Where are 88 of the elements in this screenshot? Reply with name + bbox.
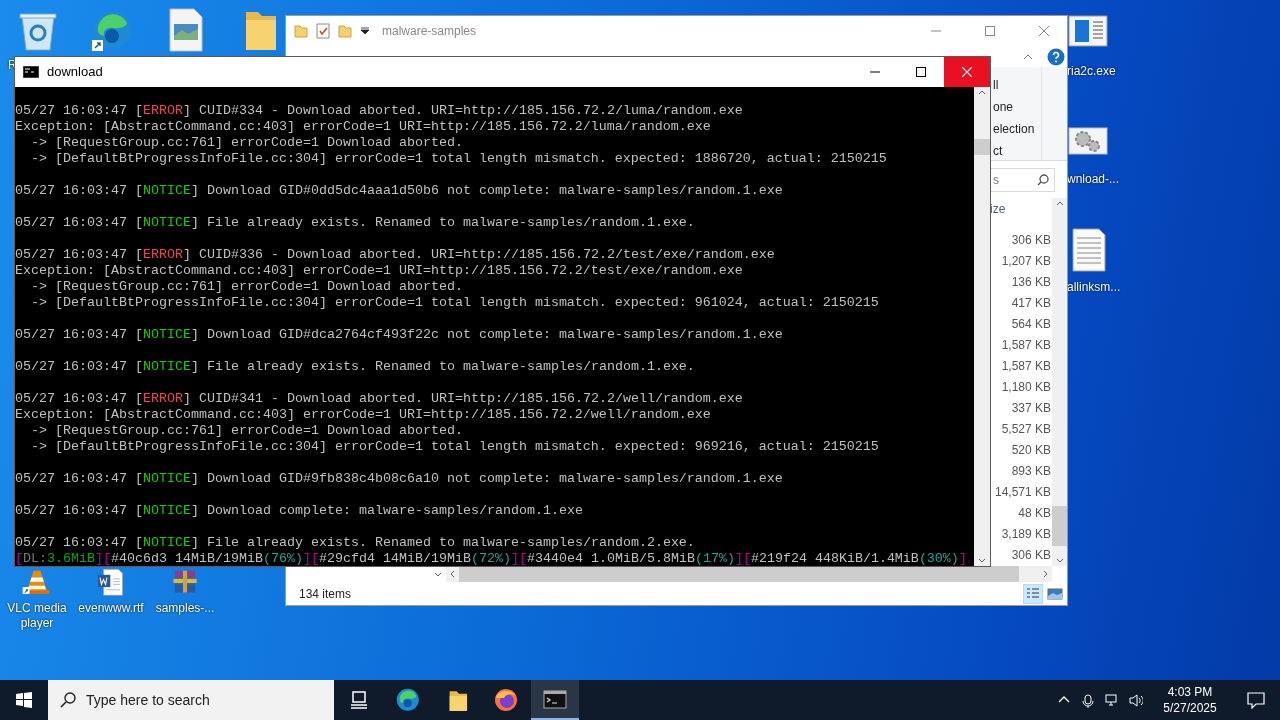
speaker-icon[interactable]: [1129, 692, 1143, 708]
log-line: Exception: [AbstractCommand.cc:403] errorCode=1 URI=http://185.156.72.2/well/random.exe: [15, 407, 712, 423]
scroll-up-icon: [978, 90, 986, 95]
ribbon-command[interactable]: election: [993, 118, 1041, 140]
scroll-up-icon: [1055, 201, 1064, 206]
log-line: 05/27 16:03:47 [NOTICE] File already exists. Renamed to malware-samples/random.2.exe.: [15, 535, 696, 551]
ribbon-command[interactable]: ll: [993, 74, 1041, 96]
details-view-icon[interactable]: [1023, 583, 1043, 604]
file-size: 14,571 KB: [993, 484, 1052, 501]
file-size: 1,587 KB: [1000, 358, 1052, 375]
clock-time: 4:03 PM: [1167, 684, 1213, 700]
scroll-down-icon[interactable]: [434, 571, 442, 577]
firefox-icon: [494, 688, 518, 712]
scroll-left-icon: [450, 570, 455, 578]
log-line: 05/27 16:03:47 [NOTICE] File already exists. Renamed to malware-samples/random.1.exe.: [15, 215, 696, 231]
log-line: 05/27 16:03:47 [NOTICE] Download GID#dca2764cf493f22c not complete: malware-samples/random.1.exe: [15, 327, 784, 343]
progress-status-line: [DL:3.6MiB][#40c6d3 14MiB/19MiB(76%)][#29cfd4 14MiB/19MiB(72%)][#3440e4 1.0MiB/5.8MiB(17%)][#219f24 448KiB/1.4MiB(30%)]: [15, 551, 968, 566]
network-icon[interactable]: [1105, 692, 1119, 708]
file-size: 3,189 KB: [1000, 526, 1052, 543]
column-header[interactable]: ize: [990, 198, 1052, 220]
file-size: 1,587 KB: [1000, 337, 1052, 354]
file-size: 893 KB: [1010, 463, 1052, 480]
file-size: 564 KB: [1010, 316, 1052, 333]
scrollbar-thumb[interactable]: [974, 139, 990, 155]
scroll-right-icon: [1043, 570, 1048, 578]
file-size: 417 KB: [1010, 295, 1052, 312]
search-icon: [1037, 173, 1049, 186]
scroll-down-icon: [978, 558, 986, 563]
clock[interactable]: 4:03 PM 5/27/2025: [1148, 684, 1232, 716]
log-line: 05/27 16:03:47 [NOTICE] Download GID#9fb838c4b08c6a10 not complete: malware-samples/random.1.exe: [15, 471, 784, 487]
edge-icon: [395, 687, 421, 713]
file-size: 520 KB: [1010, 442, 1052, 459]
properties-icon[interactable]: [316, 23, 330, 39]
scroll-down-icon: [1055, 558, 1064, 563]
taskbar-button[interactable]: [531, 680, 579, 720]
icon-label: ria2c.exe: [1067, 64, 1116, 79]
icon-label: VLC media player: [6, 601, 68, 631]
log-line: 05/27 16:03:47 [ERROR] CUID#336 - Download aborted. URI=http://185.156.72.2/test/exe/random.exe: [15, 247, 776, 263]
icon-label: wnload-...: [1067, 172, 1120, 187]
file-size: 5,527 KB: [1000, 421, 1052, 438]
file-size: 48 KB: [1017, 505, 1052, 522]
file-size: 306 KB: [1010, 547, 1052, 564]
log-line: 05/27 16:03:47 [ERROR] CUID#334 - Download aborted. URI=http://185.156.72.2/luma/random.exe: [15, 103, 744, 119]
console-icon: [543, 688, 567, 710]
close-icon: [1039, 26, 1049, 36]
file-size: 1,180 KB: [1000, 379, 1052, 396]
file-size: 136 KB: [1010, 274, 1052, 291]
notifications-icon[interactable]: [1247, 691, 1265, 709]
icon-label: allinksm...: [1067, 280, 1121, 295]
edge-icon[interactable]: [90, 8, 132, 52]
log-line: -> [RequestGroup.cc:761] errorCode=1 Download aborted.: [30, 135, 464, 151]
scrollbar[interactable]: [974, 87, 990, 566]
ribbon-command[interactable]: one: [993, 96, 1041, 118]
close-icon: [962, 67, 972, 77]
console-icon: [23, 66, 39, 78]
icon-label: samples-...: [154, 601, 216, 616]
search-field[interactable]: Type here to search: [48, 680, 334, 720]
window-title: malware-samples: [382, 23, 477, 40]
file-size: 306 KB: [1010, 232, 1052, 249]
scrollbar-thumb[interactable]: [1052, 506, 1067, 546]
log-line: -> [DefaultBtProgressInfoFile.cc:304] errorCode=1 total length mismatch. expected: 1886720, actual: 2150215: [30, 151, 888, 167]
log-line: -> [RequestGroup.cc:761] errorCode=1 Download aborted.: [30, 423, 464, 439]
scrollbar[interactable]: [1052, 198, 1067, 566]
log-line: -> [DefaultBtProgressInfoFile.cc:304] errorCode=1 total length mismatch. expected: 961024, actual: 2150215: [30, 295, 880, 311]
help-icon[interactable]: [1047, 47, 1065, 66]
task-view-icon: [350, 690, 368, 710]
collapse-icon[interactable]: [1023, 53, 1033, 60]
file-size: 1,207 KB: [1000, 253, 1052, 270]
windows-logo-icon: [16, 692, 32, 708]
log-line: Exception: [AbstractCommand.cc:403] errorCode=1 URI=http://185.156.72.2/luma/random.exe: [15, 119, 712, 135]
log-line: -> [RequestGroup.cc:761] errorCode=1 Download aborted.: [30, 279, 464, 295]
ribbon-command[interactable]: ct: [993, 140, 1041, 162]
caret-icon[interactable]: [360, 27, 370, 35]
mic-icon[interactable]: [1081, 692, 1095, 708]
log-line: 05/27 16:03:47 [NOTICE] Download GID#0dd5dc4aaa1d50b6 not complete: malware-samples/random.1.exe: [15, 183, 784, 199]
item-count: 134 items: [299, 585, 352, 603]
file-size: 337 KB: [1010, 400, 1052, 417]
log-line: Exception: [AbstractCommand.cc:403] errorCode=1 URI=http://185.156.72.2/test/exe/random.exe: [15, 263, 744, 279]
icon-label: evenwww.rtf: [77, 601, 145, 616]
clock-date: 5/27/2025: [1163, 700, 1217, 716]
window-title: download: [47, 63, 104, 82]
log-line: 05/27 16:03:47 [ERROR] CUID#341 - Download aborted. URI=http://185.156.72.2/well/random.exe: [15, 391, 744, 407]
log-line: -> [DefaultBtProgressInfoFile.cc:304] errorCode=1 total length mismatch. expected: 969216, actual: 2150215: [30, 439, 880, 455]
search-field[interactable]: s: [990, 167, 1055, 192]
maximize-icon: [985, 26, 995, 36]
log-line: 05/27 16:03:47 [NOTICE] Download complete: malware-samples/random.1.exe: [15, 503, 584, 519]
log-line: 05/27 16:03:47 [NOTICE] File already exists. Renamed to malware-samples/random.1.exe.: [15, 359, 696, 375]
maximize-icon: [916, 67, 926, 77]
